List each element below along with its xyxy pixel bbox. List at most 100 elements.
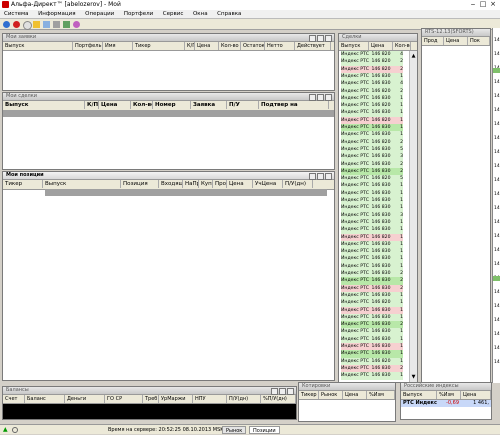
- scroll-down-icon[interactable]: ▼: [411, 374, 416, 380]
- column-header[interactable]: Рынок: [319, 391, 343, 399]
- column-header[interactable]: НПУ: [193, 395, 227, 403]
- column-header[interactable]: П/У(дн): [283, 180, 313, 188]
- folder-icon[interactable]: [43, 21, 50, 28]
- column-header[interactable]: Заявка: [191, 101, 227, 109]
- maximize-icon[interactable]: □: [479, 1, 487, 9]
- column-header[interactable]: Счет: [3, 395, 25, 403]
- record-icon[interactable]: [13, 21, 20, 28]
- positions-selected-row[interactable]: [45, 189, 327, 196]
- column-header[interactable]: Выпуск: [339, 42, 369, 50]
- column-header[interactable]: Кол-во: [393, 42, 411, 50]
- column-header[interactable]: Подтвер на: [259, 101, 329, 109]
- column-header[interactable]: %Изм: [367, 391, 395, 399]
- column-header[interactable]: Цена: [195, 42, 219, 50]
- orders-header: ВыпускПортфельИмяТикерК/ПЦенаКол-воОстат…: [3, 42, 334, 51]
- print-icon[interactable]: [63, 21, 70, 28]
- column-header[interactable]: Выпуск: [3, 101, 85, 109]
- close-icon[interactable]: [325, 94, 332, 101]
- maximize-icon[interactable]: [317, 35, 324, 42]
- column-header[interactable]: К/П: [85, 101, 99, 109]
- tab-market[interactable]: Рынок: [222, 426, 247, 434]
- menu-item[interactable]: Сервис: [159, 10, 188, 19]
- close-icon[interactable]: ×: [489, 1, 497, 9]
- column-header[interactable]: ВходящНаПо: [159, 180, 183, 188]
- menu-item[interactable]: Справка: [213, 10, 245, 19]
- column-header[interactable]: Портфель: [73, 42, 103, 50]
- column-header[interactable]: Выпуск: [401, 391, 437, 399]
- bell-icon[interactable]: [33, 21, 40, 28]
- column-header[interactable]: Прод: [213, 180, 227, 188]
- column-header[interactable]: УрМаржи: [159, 395, 193, 403]
- column-header[interactable]: %П/У(дн): [261, 395, 296, 403]
- column-header[interactable]: Тикер: [3, 180, 43, 188]
- balances-body: [3, 404, 296, 419]
- column-header[interactable]: Номер: [153, 101, 191, 109]
- deals-scrollbar[interactable]: ▲ ▼: [409, 51, 417, 382]
- column-header[interactable]: Кол-во: [219, 42, 241, 50]
- minimize-icon[interactable]: [309, 35, 316, 42]
- menu-item[interactable]: Окна: [189, 10, 212, 19]
- column-header[interactable]: Цена: [343, 391, 367, 399]
- column-header[interactable]: Цена: [444, 37, 468, 45]
- column-header[interactable]: Цена: [461, 391, 491, 399]
- price-highlight-green: [493, 68, 500, 73]
- column-header[interactable]: %Изм: [437, 391, 461, 399]
- column-header[interactable]: Действует: [295, 42, 331, 50]
- column-header[interactable]: Цена: [227, 180, 253, 188]
- settings-icon[interactable]: [23, 21, 32, 30]
- column-header[interactable]: Треб: [143, 395, 159, 403]
- price-tick: 147: [494, 108, 500, 113]
- minimize-icon[interactable]: [309, 173, 316, 180]
- column-header[interactable]: Цена: [99, 101, 131, 109]
- column-header[interactable]: П/У(дн): [227, 395, 261, 403]
- minimize-icon[interactable]: [309, 94, 316, 101]
- menu-item[interactable]: Портфели: [120, 10, 157, 19]
- column-header[interactable]: Купл: [199, 180, 213, 188]
- column-header[interactable]: НаПр: [183, 180, 199, 188]
- menu-item[interactable]: Операции: [81, 10, 118, 19]
- orderbook-header: Прод Цена Пок: [422, 37, 490, 46]
- title-bar: Альфа-Директ™ [abelozerov] - Мой ‒ □ ×: [0, 0, 500, 10]
- close-icon[interactable]: [325, 173, 332, 180]
- menu-item[interactable]: Информация: [34, 10, 79, 19]
- column-header[interactable]: Нетто: [265, 42, 295, 50]
- index-name: РТС Индекс: [403, 400, 437, 406]
- column-header[interactable]: Деньги: [65, 395, 105, 403]
- column-header[interactable]: Баланс: [25, 395, 65, 403]
- column-header[interactable]: Остаток: [241, 42, 265, 50]
- menu-item[interactable]: Система: [0, 10, 33, 19]
- column-header[interactable]: Кол-во: [131, 101, 153, 109]
- index-row[interactable]: РТС Индекс -0,69 1 461,: [401, 400, 491, 407]
- maximize-icon[interactable]: [279, 388, 286, 395]
- column-header[interactable]: Тикер: [133, 42, 185, 50]
- positions-panel: Мои позиции ТикерВыпускПозицияВходящНаПо…: [2, 171, 335, 381]
- column-header[interactable]: П/У: [227, 101, 259, 109]
- deal-qty: 1: [400, 373, 403, 379]
- tab-positions[interactable]: Позиции: [249, 426, 280, 434]
- column-header[interactable]: Выпуск: [43, 180, 121, 188]
- chart-icon[interactable]: [73, 21, 80, 28]
- column-header[interactable]: Пок: [468, 37, 490, 45]
- close-icon[interactable]: [287, 388, 294, 395]
- price-highlight-green: [493, 276, 500, 281]
- trades-selected-row[interactable]: [3, 110, 334, 117]
- column-header[interactable]: Прод: [422, 37, 444, 45]
- column-header[interactable]: УчЦена: [253, 180, 283, 188]
- column-header[interactable]: Цена: [369, 42, 393, 50]
- column-header[interactable]: ГО СР: [105, 395, 143, 403]
- scroll-up-icon[interactable]: ▲: [411, 53, 416, 59]
- save-icon[interactable]: [53, 21, 60, 28]
- connect-icon[interactable]: [3, 21, 10, 28]
- column-header[interactable]: Имя: [103, 42, 133, 50]
- maximize-icon[interactable]: [317, 173, 324, 180]
- column-header[interactable]: Позиция: [121, 180, 159, 188]
- minimize-icon[interactable]: ‒: [469, 1, 477, 9]
- deal-row[interactable]: Индекс РТС (146 830 1: [341, 372, 403, 380]
- minimize-icon[interactable]: [271, 388, 278, 395]
- window-controls[interactable]: ‒ □ ×: [469, 1, 497, 9]
- close-icon[interactable]: [325, 35, 332, 42]
- column-header[interactable]: К/П: [185, 42, 195, 50]
- column-header[interactable]: Выпуск: [3, 42, 73, 50]
- column-header[interactable]: Тикер: [299, 391, 319, 399]
- maximize-icon[interactable]: [317, 94, 324, 101]
